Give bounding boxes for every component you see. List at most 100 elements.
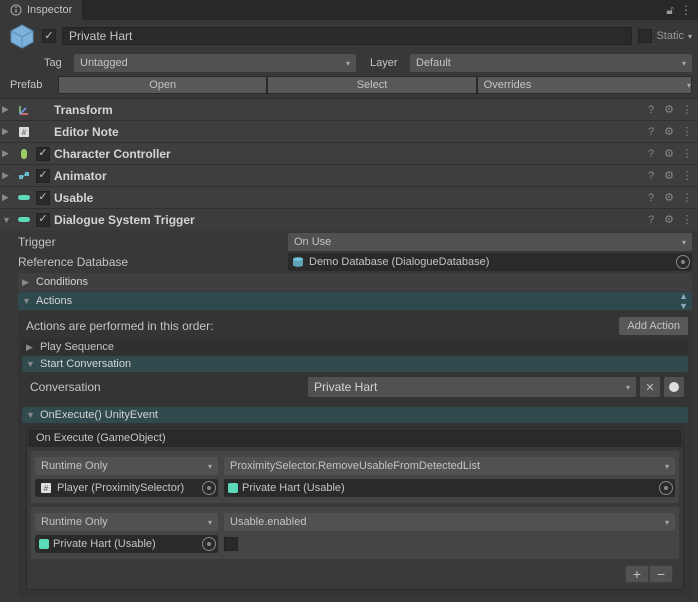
tag-label: Tag [44,57,68,69]
conversation-dropdown[interactable]: Private Hart▾ [308,377,636,397]
component-header-dialogue-system-trigger[interactable]: ▼ Dialogue System Trigger? ⚙ ⋮ [0,208,698,230]
object-picker-icon[interactable] [676,255,690,269]
preset-icon[interactable]: ⚙ [662,103,676,116]
layer-dropdown[interactable]: Default▾ [410,54,692,72]
component-header-editor-note[interactable]: ▶ # Editor Note? ⚙ ⋮ [0,120,698,142]
inspector-icon [10,4,22,16]
chevron-right-icon[interactable]: ▶ [2,170,12,181]
usable-icon [228,483,238,493]
component-enabled-checkbox[interactable] [36,147,50,161]
help-icon[interactable]: ? [644,126,658,138]
object-picker-icon[interactable] [202,481,216,495]
static-dropdown-icon[interactable]: ▾ [688,32,692,41]
kebab-icon[interactable]: ⋮ [680,169,694,182]
kebab-icon[interactable]: ⋮ [680,147,694,160]
preset-icon[interactable]: ⚙ [662,169,676,182]
inspector-tab[interactable]: Inspector [0,0,82,20]
help-icon[interactable]: ? [644,170,658,182]
component-title: Animator [54,169,640,183]
event-function-dropdown[interactable]: Usable.enabled▾ [224,513,675,531]
chevron-down-icon: ▼ [22,296,32,306]
preset-icon[interactable]: ⚙ [662,125,676,138]
component-header-character-controller[interactable]: ▶ Character Controller? ⚙ ⋮ [0,142,698,164]
lock-icon[interactable]: 🔓︎ [666,3,674,18]
event-title: On Execute (GameObject) [28,429,682,447]
component-icon [16,146,32,162]
chevron-right-icon[interactable]: ▶ [2,104,12,115]
component-icon [16,212,32,228]
trigger-dropdown[interactable]: On Use▾ [288,233,692,251]
conditions-header[interactable]: ▶ Conditions [18,273,692,291]
clear-button[interactable]: ✕ [640,377,660,397]
chevron-down-icon: ▼ [26,410,36,420]
component-title: Editor Note [54,125,640,139]
usable-icon [39,539,49,549]
event-mode-dropdown[interactable]: Runtime Only▾ [35,513,218,531]
chevron-right-icon[interactable]: ▶ [2,126,12,137]
refdb-field[interactable]: Demo Database (DialogueDatabase) [288,253,692,271]
event-param-object[interactable]: Private Hart (Usable) [224,479,675,497]
help-icon[interactable]: ? [644,148,658,160]
kebab-icon[interactable]: ⋮ [680,103,694,116]
trigger-label: Trigger [18,235,282,249]
preset-icon[interactable]: ⚙ [662,213,676,226]
actions-hint: Actions are performed in this order: [26,319,213,333]
actions-header[interactable]: ▼ Actions ▲▼ [18,292,692,310]
chevron-right-icon: ▶ [26,342,36,353]
inspector-tab-label: Inspector [27,4,72,16]
event-param-bool[interactable] [224,537,238,551]
component-enabled-checkbox[interactable] [36,191,50,205]
event-function-dropdown[interactable]: ProximitySelector.RemoveUsableFromDetect… [224,457,675,475]
kebab-icon[interactable]: ⋮ [680,125,694,138]
component-header-animator[interactable]: ▶ Animator? ⚙ ⋮ [0,164,698,186]
event-entry: Runtime Only▾ ProximitySelector.RemoveUsa… [31,451,679,503]
component-header-usable[interactable]: ▶ Usable? ⚙ ⋮ [0,186,698,208]
gameobject-enabled-checkbox[interactable] [42,29,56,43]
gameobject-icon[interactable] [8,22,36,50]
chevron-right-icon[interactable]: ▶ [2,148,12,159]
add-event-button[interactable]: + [625,565,649,583]
sort-handle-icon[interactable]: ▲▼ [679,291,688,311]
object-picker-icon[interactable] [659,481,673,495]
gameobject-name-field[interactable] [62,27,632,45]
panel-menu-icon[interactable]: ⋮ [680,3,692,17]
prefab-overrides-dropdown[interactable]: Overrides▾ [477,76,692,94]
component-title: Character Controller [54,147,640,161]
chevron-down-icon[interactable]: ▼ [2,215,12,225]
remove-event-button[interactable]: − [649,565,673,583]
add-action-button[interactable]: Add Action [619,317,688,335]
component-title: Dialogue System Trigger [54,213,640,227]
svg-text:#: # [22,128,27,137]
play-sequence-header[interactable]: ▶ Play Sequence [22,339,688,355]
static-label: Static [656,30,684,42]
layer-label: Layer [370,57,404,69]
chevron-right-icon[interactable]: ▶ [2,192,12,203]
object-picker-icon[interactable] [202,537,216,551]
help-icon[interactable]: ? [644,192,658,204]
component-enabled-checkbox[interactable] [36,213,50,227]
event-target-object[interactable]: #Player (ProximitySelector) [35,479,218,497]
component-icon [16,190,32,206]
help-icon[interactable]: ? [644,214,658,226]
tag-dropdown[interactable]: Untagged▾ [74,54,356,72]
static-checkbox[interactable] [638,29,652,43]
preset-icon[interactable]: ⚙ [662,191,676,204]
event-mode-dropdown[interactable]: Runtime Only▾ [35,457,218,475]
component-title: Transform [54,103,640,117]
kebab-icon[interactable]: ⋮ [680,213,694,226]
start-conversation-header[interactable]: ▼ Start Conversation [22,356,688,372]
onexecute-header[interactable]: ▼ OnExecute() UnityEvent [22,407,688,423]
component-header-transform[interactable]: ▶ Transform? ⚙ ⋮ [0,98,698,120]
component-enabled-checkbox[interactable] [36,169,50,183]
prefab-select-button[interactable]: Select [267,76,476,94]
database-icon [292,257,304,267]
component-title: Usable [54,191,640,205]
svg-text:#: # [44,484,49,493]
record-button[interactable] [664,377,684,397]
help-icon[interactable]: ? [644,104,658,116]
kebab-icon[interactable]: ⋮ [680,191,694,204]
prefab-open-button[interactable]: Open [58,76,267,94]
event-target-object[interactable]: Private Hart (Usable) [35,535,218,553]
preset-icon[interactable]: ⚙ [662,147,676,160]
event-entry: Runtime Only▾ Usable.enabled▾ Private Hart… [31,507,679,559]
